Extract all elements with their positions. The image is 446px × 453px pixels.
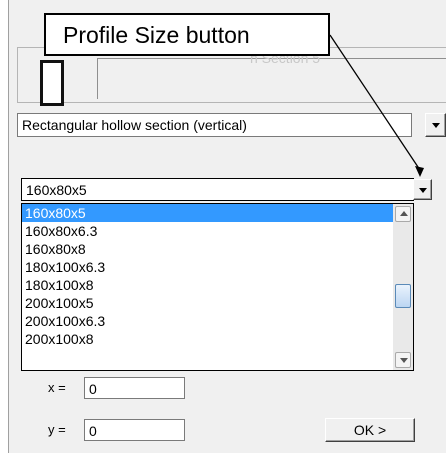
profile-size-callout: Profile Size button: [44, 13, 330, 56]
callout-leader-line: [329, 34, 424, 177]
